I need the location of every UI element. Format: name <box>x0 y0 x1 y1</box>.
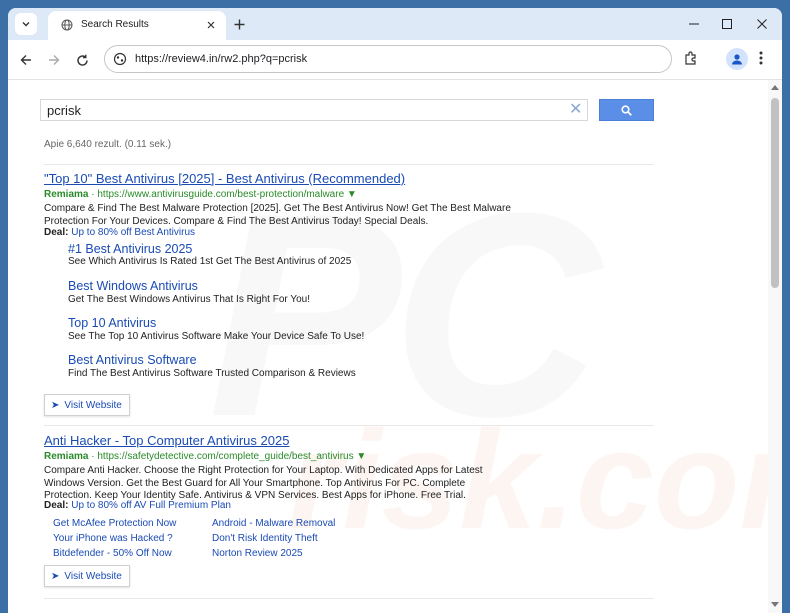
sitelink-description: Find The Best Antivirus Software Trusted… <box>68 368 356 379</box>
scroll-down-arrow-icon[interactable] <box>771 602 779 608</box>
ad-link[interactable]: Bitdefender - 50% Off Now <box>53 548 172 559</box>
maximize-icon <box>722 19 732 29</box>
play-arrow-icon: ➤ <box>51 570 60 582</box>
divider <box>44 164 654 165</box>
deal-label: Deal: <box>44 500 69 511</box>
divider <box>44 598 654 599</box>
tab-strip: Search Results <box>8 8 782 40</box>
sitelink-description: See The Top 10 Antivirus Software Make Y… <box>68 331 365 342</box>
ad-link[interactable]: Get McAfee Protection Now <box>53 518 176 529</box>
sitelink-description: See Which Antivirus Is Rated 1st Get The… <box>68 256 352 267</box>
tab-search-button[interactable] <box>15 13 37 35</box>
sitelink-title[interactable]: Best Windows Antivirus <box>68 279 198 293</box>
result-deal: Deal: Up to 80% off Best Antivirus <box>44 227 195 238</box>
tab-title: Search Results <box>81 19 149 30</box>
result-url[interactable]: https://www.antivirusguide.com/best-prot… <box>97 189 356 200</box>
more-menu-icon[interactable] <box>758 50 764 66</box>
sitelink-title[interactable]: Top 10 Antivirus <box>68 316 156 330</box>
result-description: Compare & Find The Best Malware Protecti… <box>44 203 511 227</box>
visit-website-label: Visit Website <box>64 399 122 411</box>
arrow-right-icon <box>49 55 60 65</box>
reload-button[interactable] <box>72 50 92 70</box>
play-arrow-icon: ➤ <box>51 399 60 411</box>
tab-search-results[interactable]: Search Results <box>48 11 226 40</box>
search-field[interactable]: ✕ <box>40 99 588 121</box>
page-content: PC risk.com ✕ Apie 6,640 rezult. (0.11 s… <box>8 80 768 613</box>
visit-website-label: Visit Website <box>64 570 122 582</box>
new-tab-button[interactable] <box>230 15 248 33</box>
site-info-icon[interactable] <box>113 52 127 66</box>
person-icon <box>732 54 742 65</box>
result-url-line: Remiama · https://www.antivirusguide.com… <box>44 189 357 200</box>
close-icon <box>757 19 767 29</box>
sitelink-title[interactable]: #1 Best Antivirus 2025 <box>68 242 192 256</box>
search-icon <box>621 104 632 116</box>
visit-website-button[interactable]: ➤ Visit Website <box>44 394 130 416</box>
maximize-button[interactable] <box>717 14 737 34</box>
result-url[interactable]: https://safetydetective.com/complete_gui… <box>97 451 366 462</box>
sitelink-title[interactable]: Best Antivirus Software <box>68 353 197 367</box>
ad-label: Remiama <box>44 451 89 462</box>
divider <box>44 425 654 426</box>
result-stats: Apie 6,640 rezult. (0.11 sek.) <box>44 139 172 150</box>
extensions-icon[interactable] <box>683 50 699 66</box>
ad-label: Remiama <box>44 189 89 200</box>
vertical-scrollbar[interactable] <box>768 80 782 613</box>
result-title[interactable]: Anti Hacker - Top Computer Antivirus 202… <box>44 433 289 448</box>
reload-icon <box>76 54 88 66</box>
globe-icon <box>61 19 73 31</box>
minimize-button[interactable] <box>684 14 704 34</box>
close-window-button[interactable] <box>752 14 772 34</box>
plus-icon <box>234 19 244 29</box>
scroll-up-arrow-icon[interactable] <box>771 84 779 90</box>
deal-value[interactable]: Up to 80% off Best Antivirus <box>71 227 195 238</box>
deal-label: Deal: <box>44 227 69 238</box>
close-tab-button[interactable] <box>204 18 218 32</box>
ad-link[interactable]: Your iPhone was Hacked ? <box>53 533 173 544</box>
url-text: https://review4.in/rw2.php?q=pcrisk <box>135 53 308 65</box>
browser-window: Search Results https://review4.in/rw2.ph… <box>8 8 782 613</box>
search-button[interactable] <box>599 99 654 121</box>
back-button[interactable] <box>16 50 36 70</box>
ad-link[interactable]: Don't Risk Identity Theft <box>212 533 318 544</box>
ad-link[interactable]: Norton Review 2025 <box>212 548 303 559</box>
arrow-left-icon <box>20 55 31 65</box>
clear-search-button[interactable]: ✕ <box>569 102 582 118</box>
address-bar[interactable]: https://review4.in/rw2.php?q=pcrisk <box>104 45 672 73</box>
ad-link[interactable]: Android - Malware Removal <box>212 518 335 529</box>
toolbar: https://review4.in/rw2.php?q=pcrisk <box>8 40 782 80</box>
sitelink-description: Get The Best Windows Antivirus That Is R… <box>68 294 310 305</box>
visit-website-button[interactable]: ➤ Visit Website <box>44 565 130 587</box>
scrollbar-thumb[interactable] <box>771 98 779 288</box>
search-input[interactable] <box>47 102 547 119</box>
profile-button[interactable] <box>726 48 748 70</box>
deal-value[interactable]: Up to 80% off AV Full Premium Plan <box>71 500 231 511</box>
chevron-down-icon <box>22 22 30 27</box>
result-url-line: Remiama · https://safetydetective.com/co… <box>44 451 367 462</box>
forward-button[interactable] <box>44 50 64 70</box>
minimize-icon <box>689 23 699 25</box>
result-title[interactable]: "Top 10" Best Antivirus [2025] - Best An… <box>44 171 405 186</box>
result-deal: Deal: Up to 80% off AV Full Premium Plan <box>44 500 231 511</box>
result-description: Compare Anti Hacker. Choose the Right Pr… <box>44 465 483 501</box>
close-icon <box>207 21 215 29</box>
